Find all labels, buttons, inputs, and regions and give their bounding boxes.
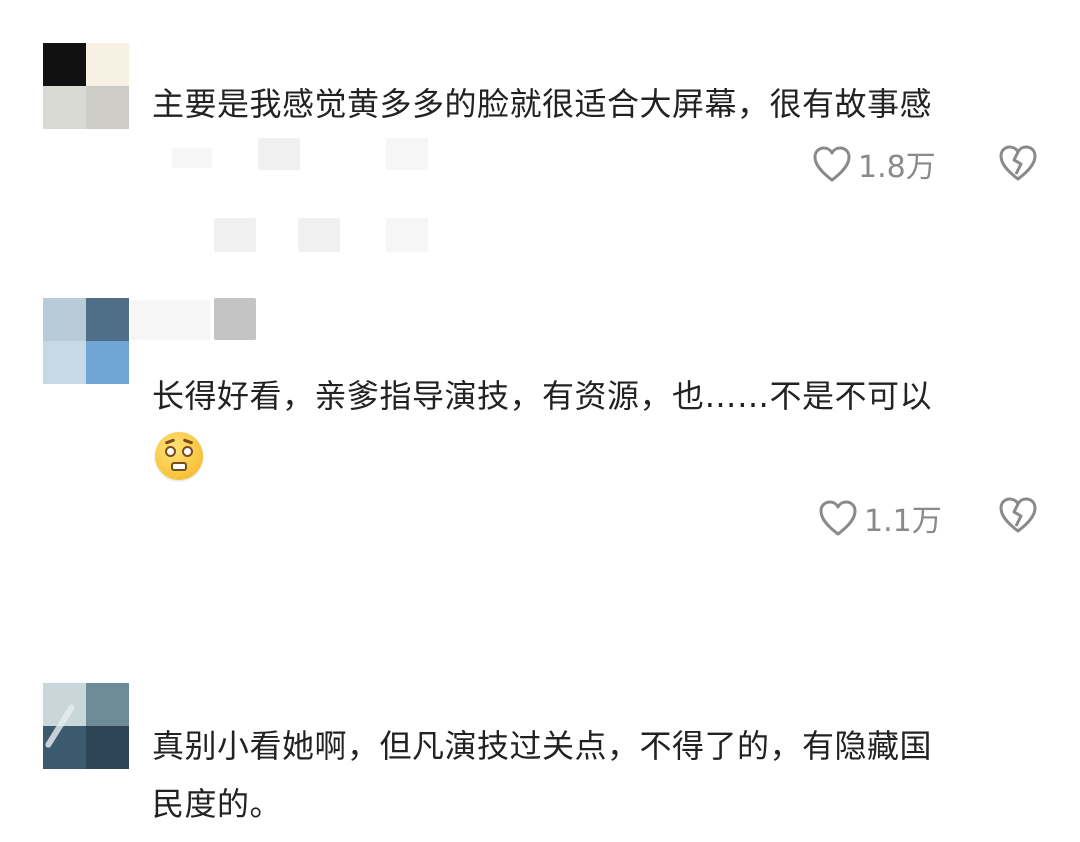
- like-button[interactable]: 1.1万: [818, 496, 942, 540]
- comment-text: 主要是我感觉黄多多的脸就很适合大屏幕，很有故事感: [152, 85, 933, 123]
- broken-heart-icon: [999, 497, 1037, 533]
- avatar[interactable]: [43, 43, 129, 129]
- comment-text-line-2: 民度的。: [152, 785, 283, 823]
- like-count: 1.8万: [858, 150, 936, 185]
- blurred-meta: [386, 138, 428, 170]
- pleading-face-emoji: [155, 432, 203, 480]
- comment-text: 长得好看，亲爹指导演技，有资源，也……不是不可以: [152, 377, 933, 415]
- blurred-reply: [386, 218, 428, 252]
- heart-outline-icon: [819, 500, 857, 536]
- comment-text-line-1: 真别小看她啊，但凡演技过关点，不得了的，有隐藏国: [152, 727, 933, 765]
- avatar[interactable]: [43, 298, 129, 384]
- blurred-reply: [298, 218, 340, 252]
- blurred-reply: [214, 218, 256, 252]
- blurred-username: [130, 300, 210, 340]
- like-count: 1.1万: [864, 504, 942, 539]
- like-button[interactable]: 1.8万: [812, 142, 936, 186]
- dislike-button[interactable]: [998, 144, 1038, 186]
- heart-outline-icon: [813, 146, 851, 182]
- blurred-meta: [258, 138, 300, 170]
- dislike-button[interactable]: [998, 496, 1038, 538]
- broken-heart-icon: [999, 145, 1037, 181]
- blurred-meta: [172, 148, 212, 168]
- avatar[interactable]: [43, 683, 129, 769]
- blurred-username: [214, 298, 256, 340]
